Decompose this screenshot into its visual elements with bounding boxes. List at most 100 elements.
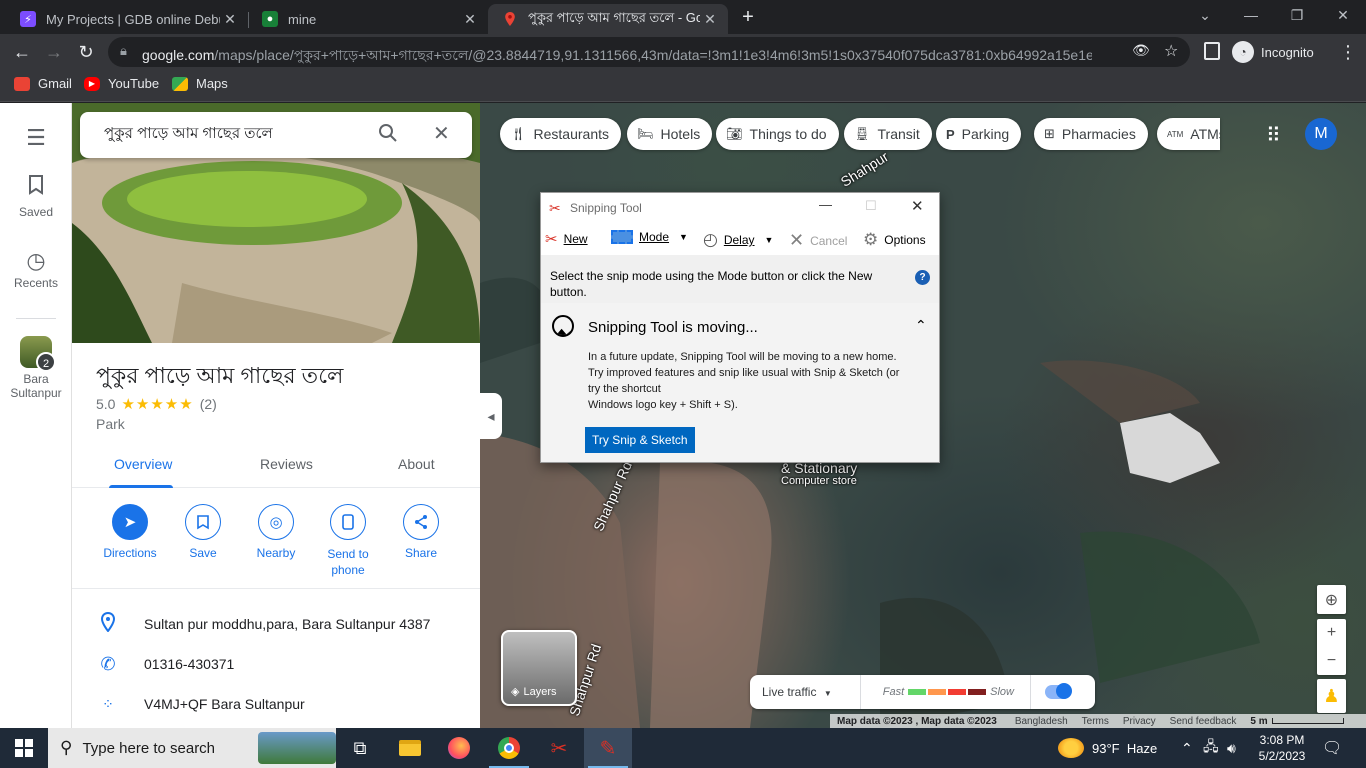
bookmark-maps[interactable]: Maps <box>172 76 228 91</box>
snip-cancel-button[interactable]: ✕ Cancel <box>789 230 847 251</box>
close-icon[interactable]: ✕ <box>433 121 450 146</box>
close-window-button[interactable]: ✕ <box>1320 0 1366 30</box>
address-bar[interactable]: 🔒︎ google.com/maps/place/পুকুর+পাড়ে+আম+… <box>108 37 1190 67</box>
bookmark-star-icon[interactable]: ☆ <box>1164 41 1178 61</box>
rail-recents[interactable]: ◷ Recents <box>0 248 72 290</box>
send-feedback-link[interactable]: Send feedback <box>1170 716 1237 727</box>
tab-about[interactable]: About <box>398 456 435 472</box>
snip-maximize-button[interactable]: ☐ <box>865 198 877 214</box>
tracking-blocked-icon[interactable]: 👁︎ <box>1132 42 1150 59</box>
layers-button[interactable]: ◈ Layers <box>501 630 577 706</box>
country-link[interactable]: Bangladesh <box>1015 716 1068 727</box>
help-icon[interactable]: ? <box>915 270 930 285</box>
search-input[interactable] <box>104 126 354 143</box>
file-explorer-icon[interactable] <box>386 728 434 768</box>
chevron-up-icon[interactable]: ⌃ <box>915 317 927 334</box>
place-category[interactable]: Park <box>96 416 125 432</box>
network-icon[interactable]: 🖧︎ <box>1203 728 1219 768</box>
traffic-bar: Live traffic ▼ Fast Slow <box>750 675 1095 709</box>
scissors-icon: ✂ <box>545 231 558 248</box>
pegman-icon[interactable]: ♟ <box>1317 679 1346 713</box>
tab-mine[interactable]: ● mine ✕ <box>248 4 488 34</box>
snip-mode-button[interactable]: Mode ▼ <box>611 230 688 244</box>
phone-icon: ✆ <box>100 653 116 674</box>
hamburger-menu-icon[interactable]: ☰ <box>0 125 72 151</box>
apps-grid-icon[interactable]: ⠿ <box>1266 123 1281 148</box>
snip-new-button[interactable]: ✂ New <box>545 230 588 248</box>
share-button[interactable]: Share <box>389 504 453 560</box>
profile-label: Incognito <box>1261 44 1314 60</box>
reload-button[interactable]: ↻ <box>72 38 100 66</box>
plus-code-row[interactable]: ⁘ V4MJ+QF Bara Sultanpur <box>72 684 480 724</box>
back-button[interactable]: ← <box>8 38 36 66</box>
terms-link[interactable]: Terms <box>1082 716 1109 727</box>
url-text[interactable]: google.com/maps/place/পুকুর+পাড়ে+আম+গাছ… <box>142 44 1092 68</box>
weather-widget[interactable]: 93°F Haze <box>1058 728 1157 768</box>
rail-recent-place[interactable]: 2 Bara Sultanpur <box>0 336 72 400</box>
side-panel-icon[interactable] <box>1204 42 1220 60</box>
close-tab-icon[interactable]: ✕ <box>220 11 240 28</box>
chrome-icon[interactable] <box>485 728 533 768</box>
my-location-icon[interactable]: ⊕ <box>1317 585 1346 614</box>
nearby-button[interactable]: ◎ Nearby <box>244 504 308 560</box>
review-count[interactable]: (2) <box>200 396 217 412</box>
snip-minimize-button[interactable]: — <box>819 197 832 212</box>
tab-search-icon[interactable]: ⌄ <box>1182 0 1228 30</box>
task-view-icon[interactable]: ⧉ <box>336 728 384 768</box>
chip-restaurants[interactable]: 🍴︎ Restaurants <box>500 118 621 150</box>
address-row[interactable]: Sultan pur moddhu,para, Bara Sultanpur 4… <box>72 604 480 644</box>
lock-icon[interactable]: 🔒︎ <box>120 43 127 59</box>
snip-options-button[interactable]: ⚙ Options <box>863 230 926 250</box>
close-tab-icon[interactable]: ✕ <box>460 11 480 28</box>
snip-sketch-taskbar-icon[interactable]: ✎ <box>584 728 632 768</box>
try-snip-sketch-button[interactable]: Try Snip & Sketch <box>585 427 695 453</box>
rail-saved[interactable]: Saved <box>0 175 72 219</box>
tab-reviews[interactable]: Reviews <box>260 456 313 472</box>
snipping-tool-titlebar[interactable]: ✂ Snipping Tool — ☐ ✕ <box>541 193 939 223</box>
close-tab-icon[interactable]: ✕ <box>700 11 720 28</box>
forward-button[interactable]: → <box>40 38 68 66</box>
account-avatar[interactable]: M <box>1305 118 1337 150</box>
phone-row[interactable]: ✆ 01316-430371 <box>72 644 480 684</box>
send-to-phone-button[interactable]: Send to phone <box>316 504 380 578</box>
incognito-profile[interactable]: ◔ Incognito <box>1232 38 1314 66</box>
notifications-icon[interactable]: 🗨︎ <box>1322 728 1342 768</box>
restore-button[interactable]: ❐ <box>1274 0 1320 30</box>
chip-hotels[interactable]: 🛏︎ Hotels <box>627 118 713 150</box>
chip-parking[interactable]: P Parking <box>936 118 1022 150</box>
chip-things-to-do[interactable]: 📷︎ Things to do <box>716 118 839 150</box>
show-hidden-icons[interactable]: ⌃ <box>1181 728 1193 768</box>
clock[interactable]: 3:08 PM 5/2/2023 <box>1252 728 1312 768</box>
new-tab-button[interactable]: + <box>736 6 760 30</box>
tab-google-maps[interactable]: পুকুর পাড়ে আম গাছের তলে - Google Maps ✕ <box>488 4 728 34</box>
minimize-button[interactable]: — <box>1228 0 1274 30</box>
rail-label: Saved <box>18 205 54 219</box>
privacy-link[interactable]: Privacy <box>1123 716 1156 727</box>
snipping-tool-icon[interactable]: ✂ <box>535 728 583 768</box>
zoom-out-button[interactable]: − <box>1327 647 1336 675</box>
bookmark-youtube[interactable]: ▶ YouTube <box>84 76 159 91</box>
save-button[interactable]: Save <box>171 504 235 560</box>
chip-pharmacies[interactable]: ⊞ Pharmacies <box>1034 118 1148 150</box>
chip-atms[interactable]: ATM ATMs <box>1157 118 1220 150</box>
snip-close-button[interactable]: ✕ <box>911 197 924 215</box>
volume-icon[interactable]: 🔊︎ <box>1227 728 1236 768</box>
firefox-icon[interactable] <box>435 728 483 768</box>
live-traffic-dropdown[interactable]: Live traffic ▼ <box>762 685 832 699</box>
snip-delay-button[interactable]: ◴ Delay ▼ <box>703 230 773 250</box>
bookmark-gmail[interactable]: Gmail <box>14 76 72 91</box>
notice-body: In a future update, Snipping Tool will b… <box>588 351 900 395</box>
start-button[interactable] <box>0 728 48 768</box>
zoom-in-button[interactable]: + <box>1327 619 1336 647</box>
chip-transit[interactable]: 🚆︎ Transit <box>844 118 932 150</box>
directions-button[interactable]: ➤ Directions <box>98 504 162 560</box>
browser-menu-icon[interactable]: ⋮ <box>1334 38 1362 66</box>
taskbar-search-box[interactable]: ⚲ Type here to search <box>48 728 336 768</box>
traffic-toggle[interactable] <box>1044 683 1072 699</box>
tab-gdb-online[interactable]: ⚡ My Projects | GDB online Debugger ✕ <box>6 4 248 34</box>
snip-sketch-icon <box>552 315 574 337</box>
scale-label[interactable]: 5 m <box>1250 716 1267 727</box>
tab-overview[interactable]: Overview <box>114 456 172 472</box>
collapse-panel-button[interactable]: ◂ <box>480 393 502 439</box>
search-icon[interactable] <box>378 123 398 149</box>
